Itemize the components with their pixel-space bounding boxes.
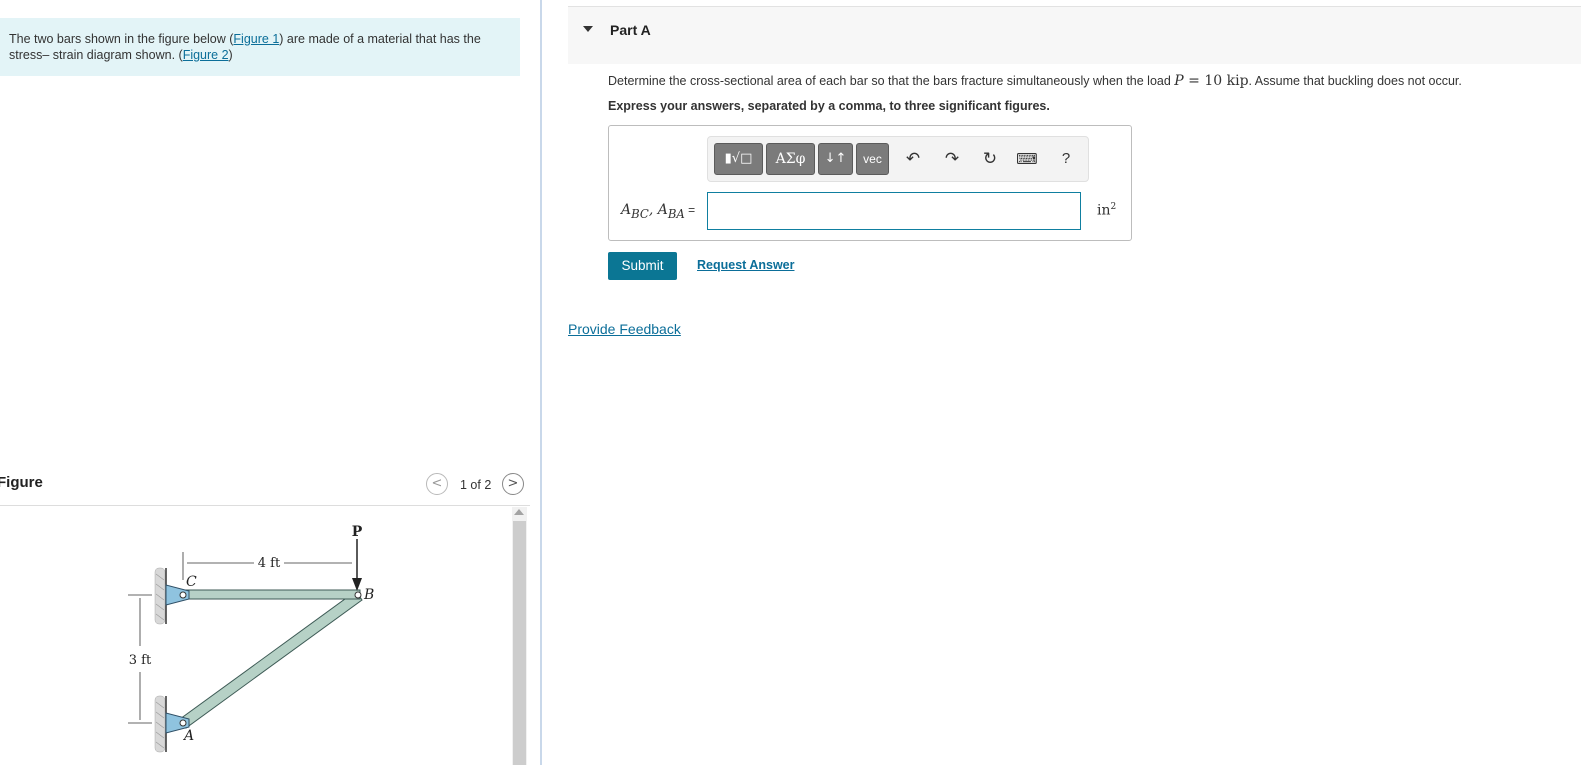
- vector-button[interactable]: vec: [856, 143, 889, 175]
- answer-unit: in2: [1097, 202, 1116, 219]
- load-label: P: [352, 524, 363, 540]
- scrollbar-thumb[interactable]: [513, 521, 526, 765]
- chevron-left-icon: <: [431, 476, 443, 491]
- problem-statement: The two bars shown in the figure below (…: [0, 18, 520, 76]
- height-dimension-label: 3 ft: [129, 653, 152, 668]
- provide-feedback-link[interactable]: Provide Feedback: [568, 321, 681, 337]
- answer-label-equals: =: [684, 203, 696, 217]
- previous-figure-button[interactable]: <: [426, 473, 448, 495]
- answer-label-sub: BC: [631, 206, 649, 221]
- load-symbol: P: [1174, 73, 1184, 89]
- unit-exponent: 2: [1110, 202, 1117, 212]
- arrows-button[interactable]: ↓↑: [818, 143, 853, 175]
- figure-canvas: P 4 ft 3 ft C B A: [0, 506, 510, 765]
- question-text: Determine the cross-sectional area of ea…: [608, 73, 1462, 89]
- answer-label: ABC, ABA =: [621, 202, 695, 221]
- templates-button[interactable]: ▮√□: [714, 143, 763, 175]
- help-button[interactable]: ?: [1053, 147, 1079, 171]
- figure-header: Figure < 1 of 2 >: [0, 472, 530, 498]
- scroll-up-arrow-icon[interactable]: [514, 509, 524, 515]
- part-title: Part A: [610, 22, 651, 38]
- caret-down-icon[interactable]: [583, 26, 593, 32]
- truss-diagram: P 4 ft 3 ft C B A: [128, 524, 374, 753]
- joint-a-label: A: [182, 728, 194, 744]
- redo-icon[interactable]: ↷: [939, 147, 965, 171]
- request-answer-link[interactable]: Request Answer: [697, 258, 794, 272]
- keyboard-icon[interactable]: ⌨: [1014, 147, 1040, 171]
- next-figure-button[interactable]: >: [502, 473, 524, 495]
- submit-button[interactable]: Submit: [608, 252, 677, 280]
- figure-title: Figure: [0, 474, 43, 491]
- figure-scrollbar[interactable]: [512, 507, 527, 765]
- load-arrow-head: [352, 578, 362, 591]
- figure-page-count: 1 of 2: [460, 478, 492, 492]
- answer-box: ▮√□ ΑΣφ ↓↑ vec ↶ ↷ ↻ ⌨ ? ABC, ABA = in2: [608, 125, 1132, 241]
- wall-c: [154, 567, 166, 625]
- wall-a: [154, 695, 166, 753]
- intro-text: The two bars shown in the figure below (: [9, 32, 234, 46]
- load-value: = 10: [1183, 73, 1227, 89]
- bar-bc: [181, 589, 361, 600]
- pin-a: [179, 719, 187, 727]
- intro-text: ): [228, 48, 233, 62]
- figure-1-link[interactable]: Figure 1: [233, 32, 279, 46]
- answer-label-sub: BA: [667, 206, 685, 221]
- answer-label-var: , A: [648, 202, 668, 218]
- math-toolbar: ▮√□ ΑΣφ ↓↑ vec ↶ ↷ ↻ ⌨ ?: [707, 136, 1089, 182]
- question-part: . Assume that buckling does not occur.: [1248, 74, 1462, 88]
- width-dimension-label: 4 ft: [258, 556, 281, 571]
- instruction-text: Express your answers, separated by a com…: [608, 99, 1050, 113]
- bar-ba: [179, 590, 363, 729]
- pin-b: [354, 591, 362, 599]
- reset-icon[interactable]: ↻: [977, 147, 1003, 171]
- load-unit: kip: [1226, 73, 1249, 89]
- figure-2-link[interactable]: Figure 2: [183, 48, 229, 62]
- joint-c-label: C: [186, 574, 197, 590]
- pin-c: [179, 591, 187, 599]
- pane-divider[interactable]: [540, 0, 542, 765]
- greek-symbols-button[interactable]: ΑΣφ: [766, 143, 815, 175]
- part-a-header[interactable]: Part A: [568, 6, 1581, 64]
- undo-icon[interactable]: ↶: [900, 147, 926, 171]
- answer-label-var: A: [621, 202, 632, 218]
- question-part: Determine the cross-sectional area of ea…: [608, 74, 1175, 88]
- unit-base: in: [1097, 202, 1111, 219]
- joint-b-label: B: [363, 587, 374, 603]
- chevron-right-icon: >: [507, 476, 519, 491]
- answer-input[interactable]: [707, 192, 1081, 230]
